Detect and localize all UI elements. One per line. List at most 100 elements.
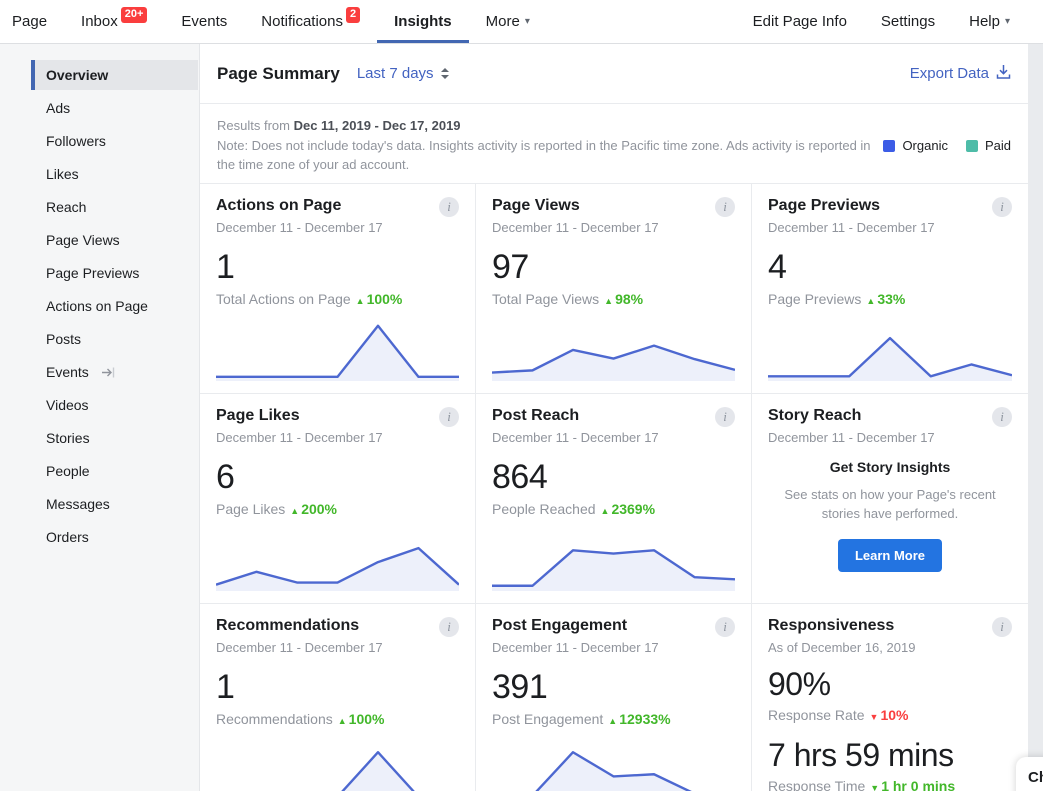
sparkline-chart: [492, 529, 735, 591]
info-icon[interactable]: i: [992, 407, 1012, 427]
delta-value: 98%: [615, 291, 644, 307]
results-date-range: Dec 11, 2019 - Dec 17, 2019: [293, 118, 461, 133]
up-arrow-icon: ▲: [866, 296, 876, 306]
sidebar-item-label: Overview: [46, 67, 109, 83]
delta-value: 33%: [877, 291, 906, 307]
card-title: Actions on Page: [216, 197, 342, 214]
sidebar-item-page-views[interactable]: Page Views: [31, 225, 198, 255]
sidebar-item-events[interactable]: Events: [31, 357, 198, 387]
info-icon[interactable]: i: [715, 197, 735, 217]
up-arrow-icon: ▲: [355, 296, 365, 306]
results-prefix: Results from: [217, 118, 294, 133]
sidebar-item-videos[interactable]: Videos: [31, 390, 198, 420]
card-date-range: December 11 - December 17: [768, 220, 935, 235]
tab-insights[interactable]: Insights: [377, 0, 469, 43]
sparkline-chart: [216, 529, 459, 591]
tab-label: Inbox: [81, 13, 118, 30]
sidebar-item-likes[interactable]: Likes: [31, 159, 198, 189]
tab-label: Events: [181, 13, 228, 30]
info-icon[interactable]: i: [439, 617, 459, 637]
down-arrow-icon: ▼: [870, 783, 880, 791]
nav-label: Edit Page Info: [752, 13, 847, 30]
insights-sidebar: Overview Ads Followers Likes Reach Page …: [0, 44, 200, 791]
card-responsiveness: Responsiveness As of December 16, 2019 i…: [752, 604, 1028, 791]
metric-label: Response Time: [768, 778, 866, 791]
main-panel: Page Summary Last 7 days Export Data Res…: [200, 44, 1028, 791]
chat-label: Ch: [1028, 769, 1043, 786]
help-menu[interactable]: Help ▾: [952, 0, 1027, 43]
card-page-views: Page Views December 11 - December 17 i 9…: [476, 184, 752, 394]
tab-notifications[interactable]: Notifications 2: [244, 0, 377, 43]
chevron-down-icon: ▾: [1004, 16, 1010, 27]
metric-value: 1: [216, 668, 235, 706]
metric-cards-grid: Actions on Page December 11 - December 1…: [200, 184, 1028, 791]
sidebar-item-posts[interactable]: Posts: [31, 324, 198, 354]
sidebar-item-people[interactable]: People: [31, 456, 198, 486]
notifications-badge: 2: [345, 6, 361, 23]
up-arrow-icon: ▲: [600, 506, 610, 516]
metric-value: 97: [492, 248, 529, 286]
metric-label: Total Page Views: [492, 291, 600, 307]
sidebar-item-label: Stories: [46, 430, 90, 446]
metric-label: Post Engagement: [492, 711, 604, 727]
page-layout: Overview Ads Followers Likes Reach Page …: [0, 44, 1028, 791]
metric-value: 391: [492, 668, 548, 706]
sidebar-item-label: Videos: [46, 397, 89, 413]
info-icon[interactable]: i: [439, 197, 459, 217]
sidebar-item-page-previews[interactable]: Page Previews: [31, 258, 198, 288]
delta-badge: ▲ 98%: [604, 291, 643, 307]
story-insights-title: Get Story Insights: [829, 459, 951, 475]
tab-inbox[interactable]: Inbox 20+: [64, 0, 164, 43]
sidebar-item-label: Followers: [46, 133, 106, 149]
chat-widget[interactable]: Ch: [1016, 757, 1043, 791]
delta-badge: ▲ 100%: [338, 711, 385, 727]
metric-label: People Reached: [492, 501, 596, 517]
results-summary: Results from Dec 11, 2019 - Dec 17, 2019…: [200, 104, 1028, 184]
info-icon[interactable]: i: [715, 617, 735, 637]
export-data-button[interactable]: Export Data: [910, 64, 1011, 84]
settings-button[interactable]: Settings: [864, 0, 952, 43]
info-icon[interactable]: i: [439, 407, 459, 427]
results-note: Note: Does not include today's data. Ins…: [217, 137, 871, 173]
tab-page[interactable]: Page: [12, 0, 64, 43]
up-arrow-icon: ▲: [290, 506, 300, 516]
tab-label: Notifications: [261, 13, 343, 30]
metric-value: 864: [492, 458, 548, 496]
edit-page-info-button[interactable]: Edit Page Info: [736, 0, 864, 43]
sidebar-item-stories[interactable]: Stories: [31, 423, 198, 453]
sidebar-item-actions-on-page[interactable]: Actions on Page: [31, 291, 198, 321]
card-date-range: December 11 - December 17: [492, 430, 659, 445]
sparkline-chart: [768, 319, 1012, 381]
metric-label: Response Rate: [768, 707, 865, 723]
card-actions-on-page: Actions on Page December 11 - December 1…: [200, 184, 476, 394]
sidebar-item-overview[interactable]: Overview: [31, 60, 198, 90]
card-recommendations: Recommendations December 11 - December 1…: [200, 604, 476, 791]
organic-swatch: [883, 139, 896, 152]
page-title: Page Summary: [217, 63, 340, 83]
info-icon[interactable]: i: [992, 197, 1012, 217]
sparkline-chart: [492, 739, 735, 791]
info-icon[interactable]: i: [992, 617, 1012, 637]
sidebar-item-ads[interactable]: Ads: [31, 93, 198, 123]
card-date-range: December 11 - December 17: [768, 430, 935, 445]
tab-more[interactable]: More ▾: [469, 0, 547, 43]
sidebar-item-messages[interactable]: Messages: [31, 489, 198, 519]
card-title: Responsiveness: [768, 617, 895, 634]
sidebar-item-label: Actions on Page: [46, 298, 148, 314]
delta-badge: ▲ 200%: [290, 501, 337, 517]
sidebar-item-label: Page Previews: [46, 265, 140, 281]
card-post-reach: Post Reach December 11 - December 17 i 8…: [476, 394, 752, 604]
date-range-selector[interactable]: Last 7 days: [357, 65, 449, 82]
delta-badge: ▲ 2369%: [601, 501, 656, 517]
card-date-range: As of December 16, 2019: [768, 640, 916, 655]
sidebar-item-label: Messages: [46, 496, 110, 512]
sidebar-item-orders[interactable]: Orders: [31, 522, 198, 552]
tab-events[interactable]: Events: [164, 0, 244, 43]
info-icon[interactable]: i: [715, 407, 735, 427]
sidebar-item-label: Events: [46, 364, 89, 380]
card-page-likes: Page Likes December 11 - December 17 i 6…: [200, 394, 476, 604]
metric-label: Page Previews: [768, 291, 862, 307]
learn-more-button[interactable]: Learn More: [837, 538, 943, 572]
sidebar-item-reach[interactable]: Reach: [31, 192, 198, 222]
sidebar-item-followers[interactable]: Followers: [31, 126, 198, 156]
